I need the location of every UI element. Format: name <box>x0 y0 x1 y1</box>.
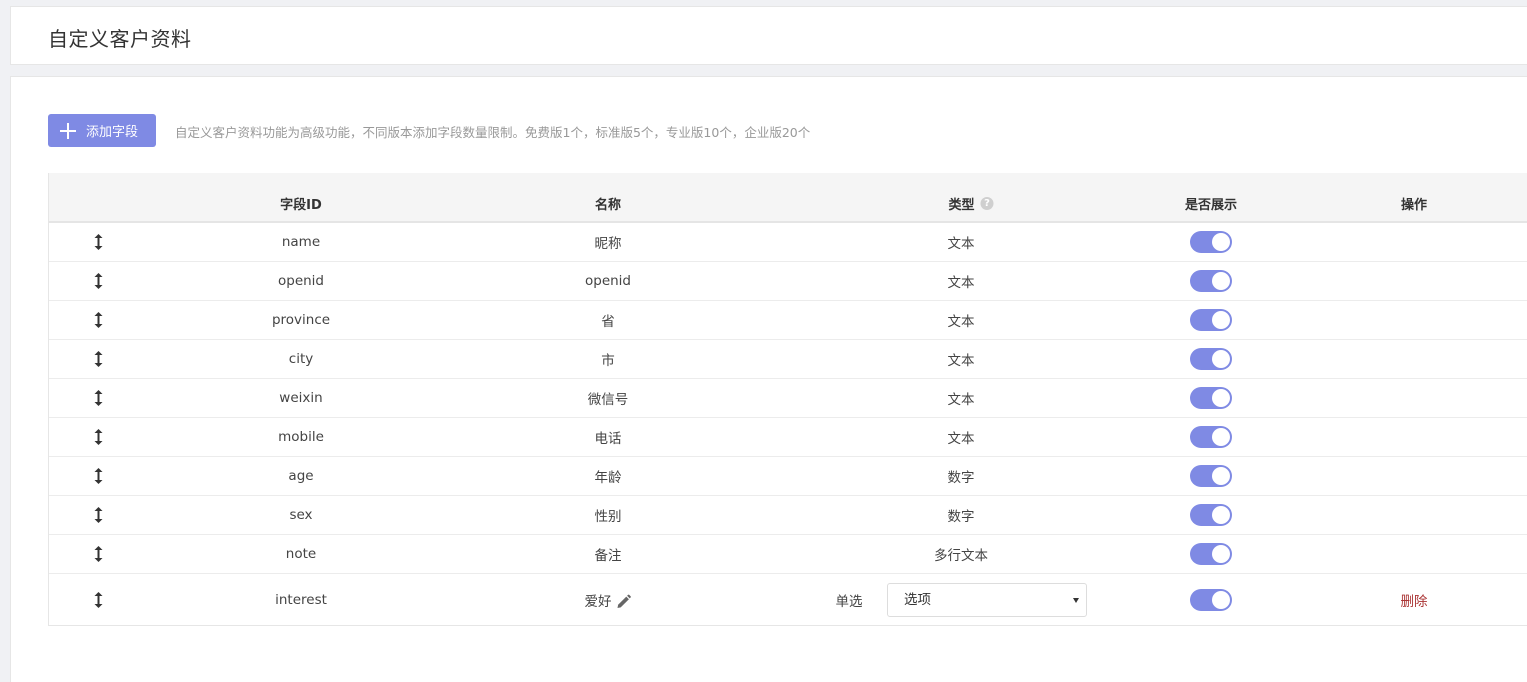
drag-handle-icon[interactable] <box>94 507 103 523</box>
drag-handle-icon[interactable] <box>94 591 103 608</box>
drag-handle-icon[interactable] <box>94 546 103 562</box>
cell-type: 文本 <box>947 275 975 291</box>
drag-handle-icon[interactable] <box>94 312 103 328</box>
table-row: openid openid 文本 <box>49 262 1527 301</box>
cell-name: 市 <box>601 353 615 369</box>
plus-icon <box>60 122 76 139</box>
cell-type: 数字 <box>947 470 975 486</box>
cell-field-id: weixin <box>279 390 323 406</box>
delete-button[interactable]: 删除 <box>1401 590 1428 610</box>
fields-table: 字段ID 名称 类型? 是否展示 操作 name 昵称 文本 openid openid… <box>48 173 1527 626</box>
main-card: 添加字段 自定义客户资料功能为高级功能，不同版本添加字段数量限制。免费版1个，标… <box>10 76 1527 682</box>
pencil-icon[interactable] <box>616 594 632 610</box>
cell-field-id: mobile <box>278 429 324 445</box>
drag-handle-icon[interactable] <box>94 234 103 250</box>
cell-field-id: interest <box>275 591 327 608</box>
table-row: note 备注 多行文本 <box>49 535 1527 574</box>
cell-name-text: 爱好 <box>584 593 612 610</box>
column-header-type: 类型? <box>948 173 994 221</box>
table-row: age 年龄 数字 <box>49 457 1527 496</box>
display-toggle[interactable] <box>1190 348 1232 370</box>
cell-name: 省 <box>601 314 615 330</box>
add-field-button[interactable]: 添加字段 <box>48 114 156 147</box>
column-header-action: 操作 <box>1400 197 1428 213</box>
drag-handle-icon[interactable] <box>94 273 103 289</box>
table-row: name 昵称 文本 <box>49 223 1527 262</box>
hint-text: 自定义客户资料功能为高级功能，不同版本添加字段数量限制。免费版1个，标准版5个，… <box>175 125 811 140</box>
display-toggle[interactable] <box>1190 231 1232 253</box>
display-toggle[interactable] <box>1190 543 1232 565</box>
display-toggle[interactable] <box>1190 387 1232 409</box>
drag-handle-icon[interactable] <box>94 468 103 484</box>
cell-field-id: name <box>281 234 321 250</box>
column-header-display: 是否展示 <box>1184 197 1238 213</box>
cell-name: openid <box>584 273 632 289</box>
cell-type: 文本 <box>947 431 975 447</box>
table-row: weixin 微信号 文本 <box>49 379 1527 418</box>
option-select-value: 选项 <box>904 591 931 608</box>
cell-type: 文本 <box>947 314 975 330</box>
cell-type: 单选 <box>835 593 863 610</box>
cell-type: 文本 <box>947 392 975 408</box>
display-toggle[interactable] <box>1190 504 1232 526</box>
display-toggle[interactable] <box>1190 465 1232 487</box>
cell-name: 电话 <box>594 431 622 447</box>
display-toggle[interactable] <box>1190 309 1232 331</box>
add-field-label: 添加字段 <box>86 125 139 140</box>
table-row: province 省 文本 <box>49 301 1527 340</box>
cell-name: 性别 <box>594 509 622 525</box>
drag-handle-icon[interactable] <box>94 351 103 367</box>
cell-field-id: age <box>288 468 314 484</box>
cell-name: 微信号 <box>587 392 629 408</box>
table-header: 字段ID 名称 类型? 是否展示 操作 <box>49 173 1527 223</box>
header-card: 自定义客户资料 <box>10 6 1527 65</box>
cell-name: 备注 <box>594 548 622 564</box>
cell-name: 年龄 <box>594 470 622 486</box>
cell-field-id: note <box>285 546 317 562</box>
drag-handle-icon[interactable] <box>94 390 103 406</box>
cell-type: 文本 <box>947 353 975 369</box>
cell-name: 爱好 <box>585 590 632 610</box>
cell-name: 昵称 <box>594 236 622 252</box>
help-icon[interactable]: ? <box>980 196 994 210</box>
column-header-name: 名称 <box>594 197 622 213</box>
caret-down-icon <box>1073 597 1079 603</box>
page-title: 自定义客户资料 <box>48 27 192 51</box>
option-select[interactable]: 选项 <box>887 582 1087 617</box>
table-row: city 市 文本 <box>49 340 1527 379</box>
cell-field-id: city <box>288 351 314 367</box>
cell-field-id: province <box>271 312 331 328</box>
display-toggle[interactable] <box>1190 426 1232 448</box>
cell-type: 多行文本 <box>934 548 988 564</box>
cell-type: 文本 <box>947 236 975 252</box>
display-toggle[interactable] <box>1190 270 1232 292</box>
column-header-field-id: 字段ID <box>280 197 322 213</box>
drag-handle-icon[interactable] <box>94 429 103 445</box>
table-row: mobile 电话 文本 <box>49 418 1527 457</box>
cell-type: 数字 <box>947 509 975 525</box>
table-row-custom: interest 爱好 单选 选项 删除 <box>49 574 1527 625</box>
table-row: sex 性别 数字 <box>49 496 1527 535</box>
display-toggle[interactable] <box>1190 588 1232 611</box>
cell-field-id: openid <box>277 273 325 289</box>
cell-field-id: sex <box>289 507 313 523</box>
